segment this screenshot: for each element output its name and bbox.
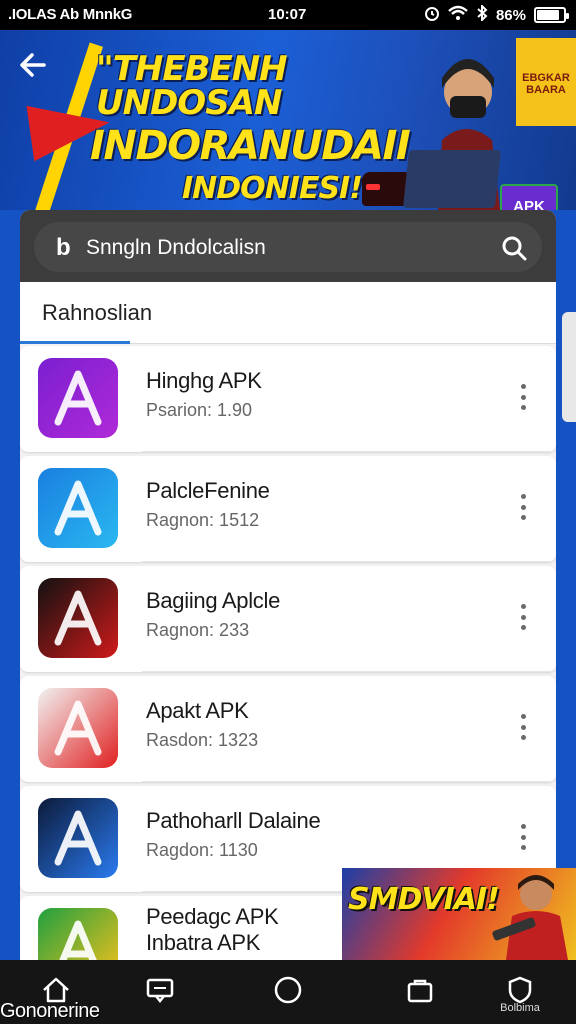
search-area: b: [20, 210, 556, 282]
battery-percent: 86%: [495, 6, 526, 24]
bluetooth-icon: [476, 3, 488, 25]
app-name: PalcleFenine: [146, 478, 270, 503]
app-version: Ragnon: 233: [146, 620, 250, 640]
app-version: Ragdon: 1130: [146, 840, 258, 860]
app-version: Rasdon: 1323: [146, 730, 259, 750]
promo-banner[interactable]: "THEBENH UNDOSAN INDORANUDAII INDONIESI!…: [0, 30, 576, 210]
app-name: Peedagc APK Inbatra APK: [146, 904, 279, 955]
home-label: Gononerine: [0, 1000, 100, 1022]
red-green-shape-icon[interactable]: [38, 688, 118, 768]
clock: 10:07: [268, 6, 307, 23]
blue-glass-icon[interactable]: [38, 798, 118, 878]
search-bar[interactable]: b: [34, 222, 542, 272]
chat-icon: [146, 978, 174, 1004]
battery-icon: [534, 7, 569, 23]
app-list-item[interactable]: PalcleFenine Ragnon: 1512: [20, 456, 556, 562]
apk-chip[interactable]: APK: [500, 184, 558, 210]
corner-badge: EBGKAR BAARA: [516, 38, 576, 126]
app-name: Bagiing Aplcle: [146, 588, 281, 613]
bag-icon: [407, 979, 433, 1003]
more-options-icon[interactable]: [518, 604, 528, 630]
more-options-icon[interactable]: [518, 824, 528, 850]
row-divider: [142, 451, 556, 452]
app-list-item[interactable]: Apakt APK Rasdon: 1323: [20, 676, 556, 782]
scroll-handle[interactable]: [562, 312, 576, 422]
row-divider: [142, 671, 556, 672]
status-icons: 86%: [424, 3, 569, 25]
laptop-illustration: [402, 150, 502, 208]
tab-recommendations[interactable]: Rahnoslian: [42, 300, 152, 326]
row-divider: [142, 781, 556, 782]
nav-messages[interactable]: [140, 974, 180, 1010]
tab-indicator: [20, 341, 130, 344]
alarm-icon: [424, 5, 440, 25]
blue-cloud-icon[interactable]: [38, 468, 118, 548]
nav-shield-caption: Bolbima: [500, 1002, 540, 1014]
app-name: Pathoharll Dalaine: [146, 808, 321, 833]
app-name: Hinghg APK: [146, 368, 262, 393]
app-list-item[interactable]: Hinghg APK Psarion: 1.90: [20, 346, 556, 452]
app-version: Psarion: 1.90: [146, 400, 253, 420]
section-header: Rahnoslian: [20, 282, 556, 344]
more-options-icon[interactable]: [518, 714, 528, 740]
wifi-icon: [448, 5, 468, 25]
purple-a-icon[interactable]: [38, 358, 118, 438]
promo-text: SMDVIAI!: [348, 882, 500, 917]
nav-center[interactable]: [268, 974, 308, 1010]
more-options-icon[interactable]: [518, 384, 528, 410]
circle-icon: [274, 976, 302, 1004]
row-divider: [142, 561, 556, 562]
app-name: Apakt APK: [146, 698, 249, 723]
promo-ad[interactable]: SMDVIAI!: [342, 868, 576, 960]
carrier-label: .IOLAS Ab MnnkG: [8, 6, 133, 23]
arrow-left-icon: [20, 53, 46, 77]
search-icon[interactable]: [500, 234, 528, 262]
app-list-card: b Rahnoslian Hinghg APK Psarion: 1.90 Palc…: [20, 210, 556, 970]
store-logo-icon: b: [56, 234, 71, 261]
status-bar: .IOLAS Ab MnnkG 10:07 86%: [0, 0, 576, 30]
character-illustration: [492, 875, 568, 960]
back-button[interactable]: [18, 50, 52, 84]
more-options-icon[interactable]: [518, 494, 528, 520]
black-a-icon[interactable]: [38, 578, 118, 658]
app-version: Ragnon: 1512: [146, 510, 260, 530]
app-list-item[interactable]: Bagiing Aplcle Ragnon: 233: [20, 566, 556, 672]
search-input[interactable]: [86, 236, 486, 260]
nav-bag[interactable]: [400, 974, 440, 1010]
